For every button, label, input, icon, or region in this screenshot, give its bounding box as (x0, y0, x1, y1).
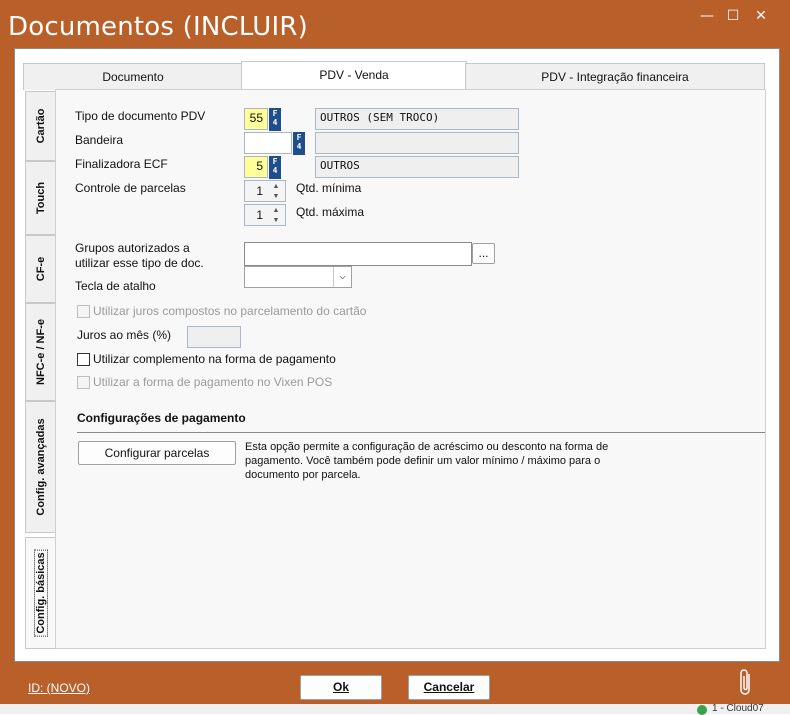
grupos-input[interactable] (244, 242, 472, 266)
finalizadora-description: OUTROS (315, 156, 519, 178)
side-tab-label: Config. avançadas (35, 418, 47, 516)
stepper-down-icon[interactable]: ▼ (269, 216, 283, 225)
tecla-atalho-label: Tecla de atalho (75, 279, 156, 293)
f4-lookup-icon[interactable]: F4 (269, 156, 281, 179)
juros-mes-label: Juros ao mês (%) (77, 328, 172, 342)
configurar-parcelas-button[interactable]: Configurar parcelas (78, 441, 236, 465)
f4-lookup-icon[interactable]: F4 (293, 132, 305, 155)
side-tab-label: NFC-e / NF-e (35, 319, 47, 385)
window-title: Documentos (INCLUIR) (8, 12, 308, 42)
side-tab-touch[interactable]: Touch (25, 161, 56, 235)
qtd-maxima-label: Qtd. máxima (296, 205, 365, 219)
qtd-maxima-stepper[interactable]: 1 ▲ ▼ (244, 204, 286, 226)
record-id-link[interactable]: ID: (NOVO) (28, 681, 90, 695)
tab-pdv-venda[interactable]: PDV - Venda (241, 61, 467, 92)
side-tab-cfe[interactable]: CF-e (25, 235, 56, 303)
taskbar: 1 - Cloud07 (0, 703, 790, 715)
ok-button[interactable]: Ok (300, 675, 382, 700)
juros-mes-input[interactable] (187, 326, 241, 348)
grupos-label-line1: Grupos autorizados a (75, 241, 190, 255)
side-tab-config-basicas[interactable]: Config. básicas (25, 537, 56, 649)
qtd-minima-stepper[interactable]: 1 ▲ ▼ (244, 180, 286, 202)
finalizadora-label: Finalizadora ECF (75, 157, 168, 171)
tab-documento[interactable]: Documento (23, 63, 243, 90)
stepper-up-icon[interactable]: ▲ (269, 182, 283, 191)
paperclip-icon[interactable] (738, 668, 754, 696)
tab-content: Tipo de documento PDV 55 F4 OUTROS (SEM … (55, 89, 766, 649)
bandeira-code-input[interactable] (244, 132, 292, 154)
section-divider (77, 432, 765, 433)
chevron-down-icon[interactable]: ⌵ (333, 267, 351, 287)
tipo-documento-label: Tipo de documento PDV (75, 109, 206, 123)
bandeira-description (315, 132, 519, 154)
side-tab-label: Touch (35, 181, 47, 215)
minimize-icon[interactable]: — (696, 8, 718, 24)
side-tab-label: CF-e (35, 256, 47, 282)
pagamento-description-line3: documento por parcela. (245, 469, 361, 481)
f4-lookup-icon[interactable]: F4 (269, 108, 281, 131)
grupos-browse-button[interactable]: ... (472, 243, 495, 264)
tecla-atalho-select[interactable]: ⌵ (244, 266, 352, 288)
app-window: Documentos (INCLUIR) — ☐ ✕ Documento PDV… (0, 0, 790, 704)
tipo-documento-code-input[interactable]: 55 (244, 108, 268, 130)
complemento-checkbox[interactable] (77, 353, 90, 366)
side-tab-config-avancadas[interactable]: Config. avançadas (25, 401, 56, 533)
side-tab-label: Config. básicas (34, 549, 48, 637)
pagamento-description-line2: pagamento. Você também pode definir um v… (245, 455, 601, 467)
juros-compostos-label: Utilizar juros compostos no parcelamento… (93, 304, 367, 318)
side-tab-label: Cartão (35, 108, 47, 144)
stepper-up-icon[interactable]: ▲ (269, 206, 283, 215)
maximize-icon[interactable]: ☐ (722, 8, 744, 24)
finalizadora-code-input[interactable]: 5 (244, 156, 268, 178)
tab-pdv-integracao-financeira[interactable]: PDV - Integração financeira (465, 63, 765, 90)
main-panel: Documento PDV - Venda PDV - Integração f… (14, 48, 780, 662)
cancel-button[interactable]: Cancelar (408, 675, 490, 700)
vixen-label: Utilizar a forma de pagamento no Vixen P… (93, 375, 333, 389)
qtd-minima-label: Qtd. mínima (296, 181, 362, 195)
side-tab-cartao[interactable]: Cartão (25, 91, 56, 161)
juros-compostos-checkbox[interactable] (77, 305, 90, 318)
stepper-down-icon[interactable]: ▼ (269, 192, 283, 201)
qtd-minima-value: 1 (256, 184, 263, 198)
vixen-checkbox[interactable] (77, 376, 90, 389)
controle-parcelas-label: Controle de parcelas (75, 181, 186, 195)
grupos-label-line2: utilizar esse tipo de doc. (75, 256, 204, 270)
taskbar-text: 1 - Cloud07 (712, 703, 764, 714)
bandeira-label: Bandeira (75, 133, 124, 147)
pagamento-description-line1: Esta opção permite a configuração de acr… (245, 441, 609, 453)
tipo-documento-description: OUTROS (SEM TROCO) (315, 108, 519, 130)
qtd-maxima-value: 1 (256, 208, 263, 222)
side-tab-nfce-nfe[interactable]: NFC-e / NF-e (25, 303, 56, 401)
complemento-label: Utilizar complemento na forma de pagamen… (93, 352, 336, 366)
pagamento-section-title: Configurações de pagamento (77, 411, 246, 425)
close-icon[interactable]: ✕ (750, 8, 772, 24)
